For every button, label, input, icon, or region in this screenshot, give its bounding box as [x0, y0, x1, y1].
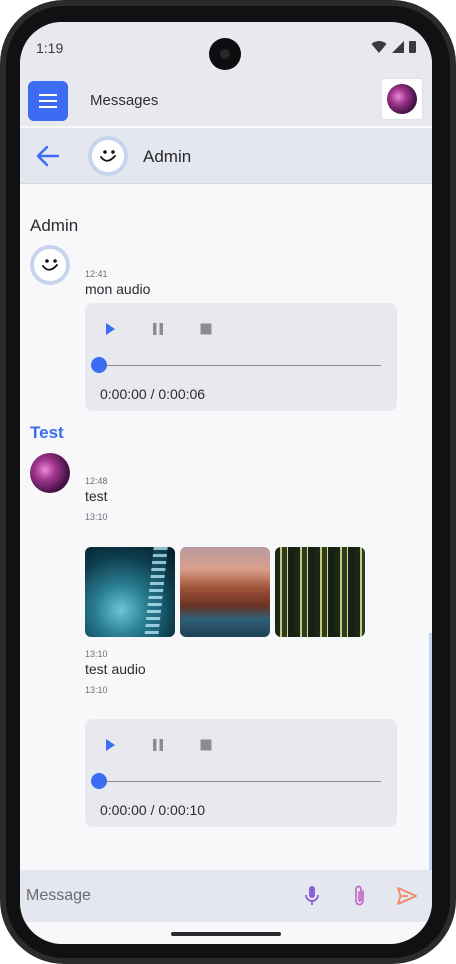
smiley-icon — [92, 140, 124, 172]
wifi-icon — [371, 41, 387, 53]
message-input[interactable] — [26, 884, 286, 908]
app-title: Messages — [90, 92, 159, 109]
avatar-test — [30, 453, 70, 493]
paperclip-icon[interactable] — [350, 884, 370, 908]
pause-icon[interactable] — [151, 322, 165, 336]
play-icon[interactable] — [103, 322, 117, 336]
audio-player: 0:00:00 / 0:00:10 — [85, 719, 397, 827]
sender-name-admin: Admin — [30, 216, 79, 235]
phone-frame: 1:19 Messages Admin Admin 12:41 mon audi… — [0, 0, 456, 964]
audio-seek-handle[interactable] — [91, 357, 107, 373]
profile-avatar — [387, 84, 417, 114]
message-time: 12:41 — [85, 269, 108, 279]
status-bar: 1:19 — [20, 22, 432, 74]
pause-icon[interactable] — [151, 738, 165, 752]
contact-avatar — [88, 136, 128, 176]
profile-button[interactable] — [382, 79, 422, 119]
avatar-admin — [30, 245, 70, 285]
signal-icon — [392, 41, 404, 53]
message-time: 13:10 — [85, 512, 108, 522]
image-thumbnail-rock[interactable] — [180, 547, 270, 637]
scrollbar[interactable] — [429, 633, 432, 870]
contact-name: Admin — [143, 147, 192, 166]
audio-seek-handle[interactable] — [91, 773, 107, 789]
play-icon[interactable] — [103, 738, 117, 752]
compose-bar — [20, 870, 432, 922]
audio-duration: 0:00:00 / 0:00:06 — [100, 386, 206, 402]
front-camera — [209, 38, 241, 70]
image-thumbnail-forest[interactable] — [275, 547, 365, 637]
stop-icon[interactable] — [199, 738, 213, 752]
stop-icon[interactable] — [199, 322, 213, 336]
audio-duration: 0:00:00 / 0:00:10 — [100, 802, 206, 818]
message-time: 12:48 — [85, 476, 108, 486]
screen: 1:19 Messages Admin Admin 12:41 mon audi… — [20, 22, 432, 944]
image-thumbnail-dna[interactable] — [85, 547, 175, 637]
message-text: test — [85, 488, 108, 504]
status-icons — [371, 40, 416, 54]
battery-icon — [409, 41, 416, 53]
status-time: 1:19 — [36, 40, 64, 56]
message-text: mon audio — [85, 281, 151, 297]
chat-header: Admin — [20, 128, 432, 184]
back-arrow-icon[interactable] — [34, 142, 62, 170]
message-text: test audio — [85, 661, 146, 677]
audio-seek-track[interactable] — [99, 781, 381, 782]
app-bar: Messages — [20, 74, 432, 126]
audio-player: 0:00:00 / 0:00:06 — [85, 303, 397, 411]
sender-name-test: Test — [30, 423, 64, 442]
smiley-icon — [34, 249, 66, 281]
hamburger-icon — [39, 94, 57, 108]
microphone-icon[interactable] — [302, 884, 322, 908]
message-list[interactable]: Admin 12:41 mon audio 0:00:00 / 0:00:06 — [20, 185, 432, 870]
send-icon[interactable] — [396, 885, 418, 907]
menu-button[interactable] — [28, 81, 68, 121]
message-time: 13:10 — [85, 649, 108, 659]
message-time: 13:10 — [85, 685, 108, 695]
audio-seek-track[interactable] — [99, 365, 381, 366]
home-indicator[interactable] — [171, 932, 281, 936]
image-gallery — [85, 547, 365, 637]
